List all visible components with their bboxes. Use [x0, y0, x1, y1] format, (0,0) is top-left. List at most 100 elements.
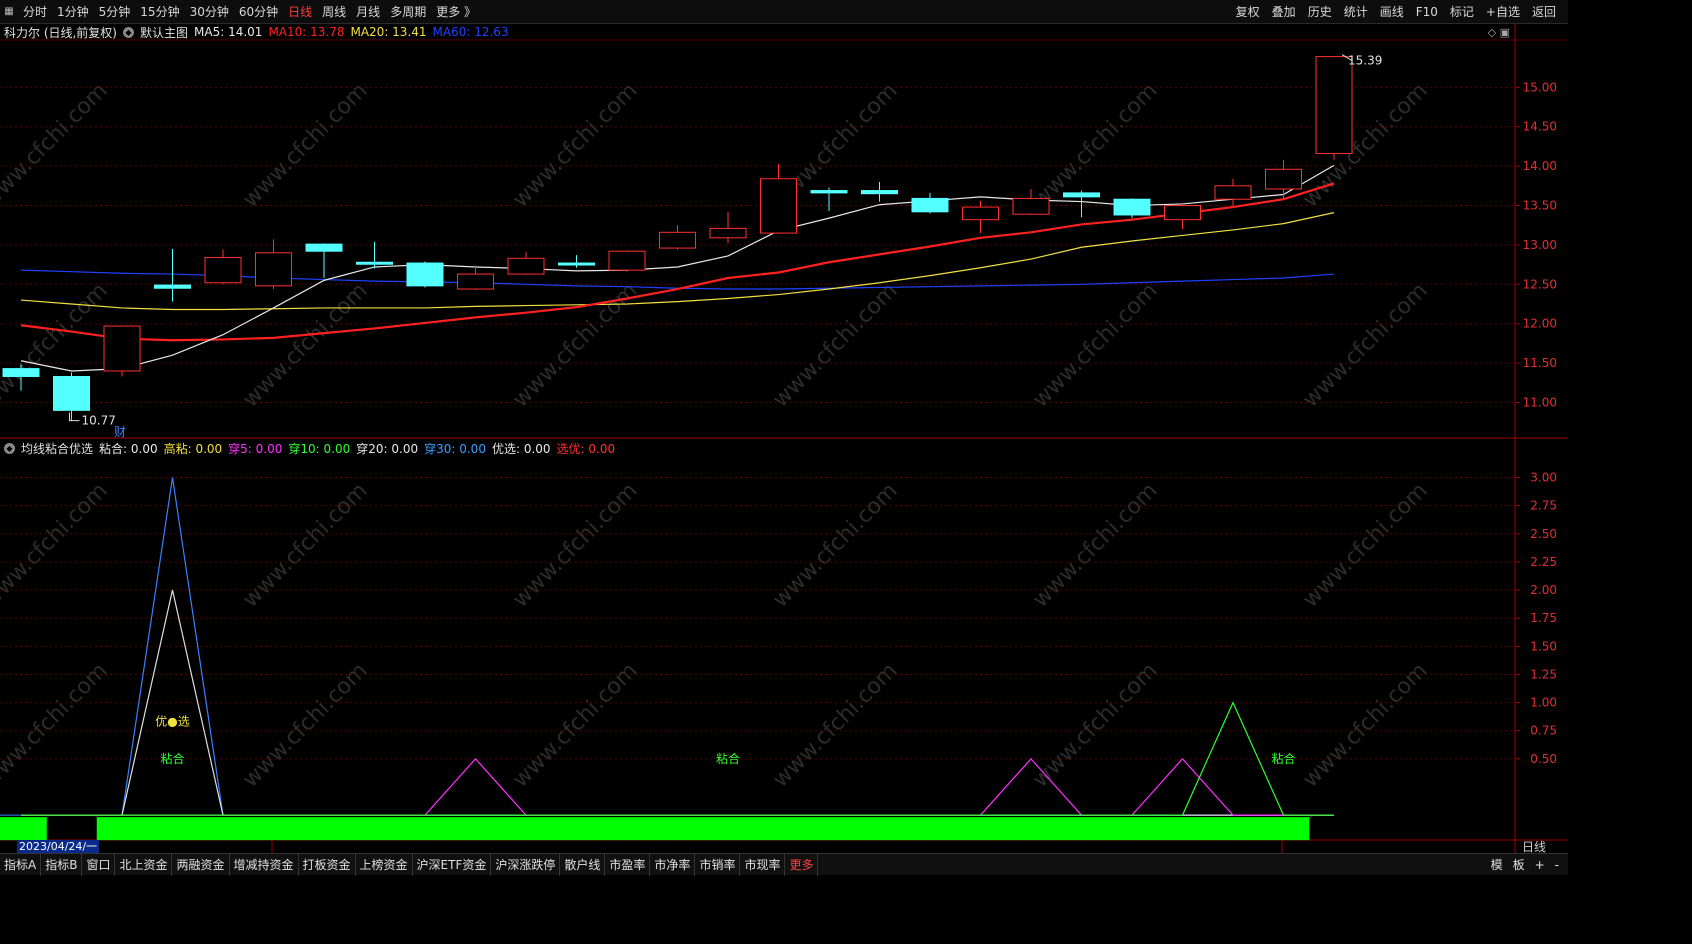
bottom-control-1[interactable]: 板	[1508, 854, 1530, 876]
signal-band-segment	[197, 817, 249, 841]
candle-body[interactable]	[154, 284, 191, 289]
candle-body[interactable]	[507, 257, 545, 275]
price-tick-label: 13.50	[1523, 199, 1557, 213]
period-tab-10[interactable]: 更多 》	[431, 0, 481, 24]
candle-body[interactable]	[911, 197, 949, 213]
period-tab-7[interactable]: 周线	[317, 0, 351, 24]
indicator-tick-label: 0.75	[1530, 724, 1557, 738]
candle-body[interactable]	[103, 325, 141, 372]
bottom-control-2[interactable]: +	[1530, 854, 1550, 876]
indicator-series-line	[21, 757, 1334, 816]
bottom-tab-3[interactable]: 北上资金	[115, 854, 173, 876]
watermark-text: www.cfchi.com	[1028, 658, 1162, 792]
price-tick-label: 12.00	[1523, 317, 1557, 331]
settings-circle-icon[interactable]: ◆	[4, 442, 15, 454]
candle-body[interactable]	[659, 231, 696, 249]
indicator-annotation: 粘合	[716, 751, 740, 766]
watermark-text: www.cfchi.com	[1298, 658, 1432, 792]
candle-body[interactable]	[760, 178, 797, 234]
bottom-tab-13[interactable]: 市销率	[695, 854, 741, 876]
period-tab-2[interactable]: 5分钟	[94, 0, 136, 24]
tool-button-3[interactable]: 统计	[1338, 0, 1374, 24]
period-tab-4[interactable]: 30分钟	[185, 0, 234, 24]
signal-band-segment	[96, 817, 148, 841]
candle-body[interactable]	[861, 190, 898, 195]
period-tab-9[interactable]: 多周期	[385, 0, 431, 24]
bottom-tab-11[interactable]: 市盈率	[605, 854, 651, 876]
candle-body[interactable]	[608, 250, 646, 271]
watermark-text: www.cfchi.com	[508, 658, 642, 792]
bottom-tab-7[interactable]: 上榜资金	[356, 854, 413, 876]
candle-body[interactable]	[709, 227, 747, 239]
candle-body[interactable]	[1265, 168, 1302, 190]
bottom-control-0[interactable]: 模	[1486, 854, 1508, 876]
candle-body[interactable]	[1063, 192, 1100, 198]
indicator-value-0: 粘合: 0.00	[99, 441, 158, 456]
indicator-legend: ◆ 均线粘合优选 粘合: 0.00 高粘: 0.00 穿5: 0.00 穿10: 0.…	[4, 440, 621, 456]
candle-body[interactable]	[1113, 198, 1151, 216]
bottom-tab-6[interactable]: 打板资金	[299, 854, 356, 876]
event-marker[interactable]: 财	[114, 425, 126, 439]
bottom-tab-5[interactable]: 增减持资金	[230, 854, 299, 876]
tool-button-1[interactable]: 叠加	[1266, 0, 1302, 24]
period-tab-3[interactable]: 15分钟	[135, 0, 184, 24]
tool-button-6[interactable]: 标记	[1444, 0, 1480, 24]
template-name[interactable]: 默认主图	[140, 24, 188, 41]
menu-icon[interactable]: ▦	[2, 5, 16, 19]
panel-corner-icons: ◇ ▣	[1488, 26, 1510, 39]
bottom-tab-2[interactable]: 窗口	[82, 854, 116, 876]
bottom-tab-8[interactable]: 沪深ETF资金	[413, 854, 492, 876]
period-tab-8[interactable]: 月线	[351, 0, 385, 24]
bottom-tab-4[interactable]: 两融资金	[172, 854, 230, 876]
bottom-tab-10[interactable]: 散户线	[560, 854, 606, 876]
candle-body[interactable]	[1214, 185, 1252, 200]
bottom-tab-15[interactable]: 更多	[785, 854, 819, 876]
settings-circle-icon[interactable]: ◆	[123, 26, 134, 38]
candle-body[interactable]	[558, 262, 595, 266]
tool-button-8[interactable]: 返回	[1526, 0, 1562, 24]
tool-button-4[interactable]: 画线	[1374, 0, 1410, 24]
period-tab-0[interactable]: 分时	[18, 0, 52, 24]
period-tab-1[interactable]: 1分钟	[52, 0, 94, 24]
tool-button-0[interactable]: 复权	[1230, 0, 1266, 24]
candle-body[interactable]	[204, 257, 242, 284]
indicator-tick-label: 3.00	[1530, 471, 1557, 485]
bottom-tab-0[interactable]: 指标A	[0, 854, 42, 876]
indicator-name[interactable]: 均线粘合优选	[21, 440, 93, 457]
period-tab-5[interactable]: 60分钟	[234, 0, 283, 24]
watermark-text: www.cfchi.com	[238, 78, 372, 212]
candle-body[interactable]	[1012, 197, 1050, 215]
candle-body[interactable]	[406, 262, 444, 287]
candle-body[interactable]	[1164, 205, 1201, 221]
ma5-label: MA5: 14.01	[194, 25, 263, 39]
bottom-control-3[interactable]: -	[1550, 854, 1564, 876]
signal-band-segment	[601, 817, 653, 841]
candle-body[interactable]	[1315, 56, 1353, 155]
indicator-value-4: 穿20: 0.00	[356, 441, 419, 456]
indicator-value-5: 穿30: 0.00	[424, 441, 486, 456]
period-tab-6[interactable]: 日线	[283, 0, 317, 24]
chart-area[interactable]: www.cfchi.com www.cfchi.com www.cfchi.com w…	[0, 0, 1568, 875]
bottom-tab-1[interactable]: 指标B	[41, 854, 83, 876]
bottom-tab-9[interactable]: 沪深涨跌停	[491, 854, 561, 876]
candle-body[interactable]	[305, 243, 343, 252]
indicator-tick-label: 1.75	[1530, 611, 1557, 625]
candle-body[interactable]	[962, 206, 999, 221]
window-icon[interactable]: ▣	[1500, 26, 1510, 39]
tool-button-7[interactable]: +自选	[1480, 0, 1526, 24]
candle-body[interactable]	[457, 273, 494, 290]
signal-band-segment	[248, 817, 300, 841]
indicator-tick-label: 1.25	[1530, 667, 1557, 681]
stock-name: 科力尔 (日线,前复权)	[4, 25, 117, 40]
bottom-tab-12[interactable]: 市净率	[650, 854, 696, 876]
candle-body[interactable]	[255, 252, 292, 287]
candle-body[interactable]	[53, 375, 90, 411]
candle-body[interactable]	[2, 368, 40, 377]
diamond-icon[interactable]: ◇	[1488, 26, 1496, 39]
candle-body[interactable]	[356, 261, 393, 265]
bottom-tab-14[interactable]: 市现率	[740, 854, 786, 876]
tool-button-5[interactable]: F10	[1410, 0, 1444, 24]
signal-band-segment	[1005, 817, 1057, 841]
tool-button-2[interactable]: 历史	[1302, 0, 1338, 24]
candle-body[interactable]	[810, 190, 848, 194]
